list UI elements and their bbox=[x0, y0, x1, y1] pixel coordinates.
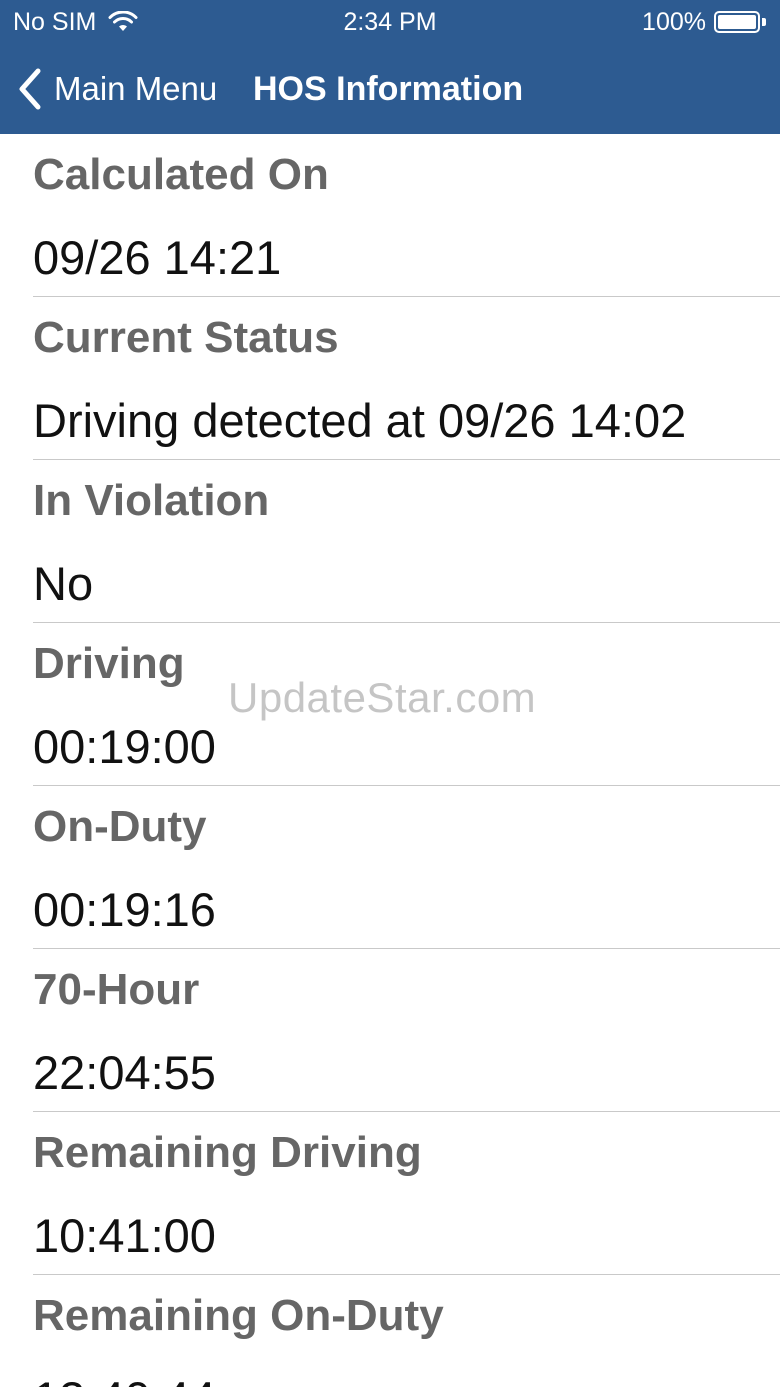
row-label: 70-Hour bbox=[33, 965, 200, 1014]
row-label: Remaining On-Duty bbox=[33, 1291, 444, 1340]
list-item-on-duty: On-Duty 00:19:16 bbox=[33, 786, 780, 949]
battery-icon bbox=[714, 11, 766, 33]
back-button[interactable]: Main Menu bbox=[16, 66, 217, 112]
list-item-current-status: Current Status Driving detected at 09/26… bbox=[33, 297, 780, 460]
back-button-label: Main Menu bbox=[54, 70, 218, 107]
list-item-in-violation: In Violation No bbox=[33, 460, 780, 623]
row-label: In Violation bbox=[33, 476, 270, 525]
row-value: Driving detected at 09/26 14:02 bbox=[33, 394, 687, 447]
app-header: No SIM 2:34 PM 100% Main Menu HOS Inform… bbox=[0, 0, 780, 134]
status-right: 100% bbox=[642, 0, 766, 44]
row-label: Current Status bbox=[33, 313, 339, 362]
row-value: 22:04:55 bbox=[33, 1046, 216, 1099]
row-value: 09/26 14:21 bbox=[33, 231, 282, 284]
row-value: No bbox=[33, 557, 94, 610]
row-value: 00:19:00 bbox=[33, 720, 216, 773]
row-label: Calculated On bbox=[33, 150, 329, 199]
battery-percent: 100% bbox=[642, 8, 706, 36]
row-label: Remaining Driving bbox=[33, 1128, 422, 1177]
list-item-remaining-on-duty: Remaining On-Duty 13:40:44 bbox=[33, 1275, 780, 1387]
nav-bar: Main Menu HOS Information bbox=[0, 44, 780, 134]
row-label: On-Duty bbox=[33, 802, 207, 851]
hos-info-list: Calculated On 09/26 14:21 Current Status… bbox=[0, 134, 780, 1387]
list-item-calculated-on: Calculated On 09/26 14:21 bbox=[33, 134, 780, 297]
row-value: 00:19:16 bbox=[33, 883, 216, 936]
row-value: 13:40:44 bbox=[33, 1371, 216, 1387]
list-item-driving: Driving 00:19:00 bbox=[33, 623, 780, 786]
list-item-70-hour: 70-Hour 22:04:55 bbox=[33, 949, 780, 1112]
row-label: Driving bbox=[33, 639, 185, 688]
page-title: HOS Information bbox=[253, 70, 524, 108]
list-item-remaining-driving: Remaining Driving 10:41:00 bbox=[33, 1112, 780, 1275]
chevron-left-icon bbox=[19, 68, 41, 110]
row-value: 10:41:00 bbox=[33, 1209, 216, 1262]
status-bar: No SIM 2:34 PM 100% bbox=[0, 0, 780, 44]
